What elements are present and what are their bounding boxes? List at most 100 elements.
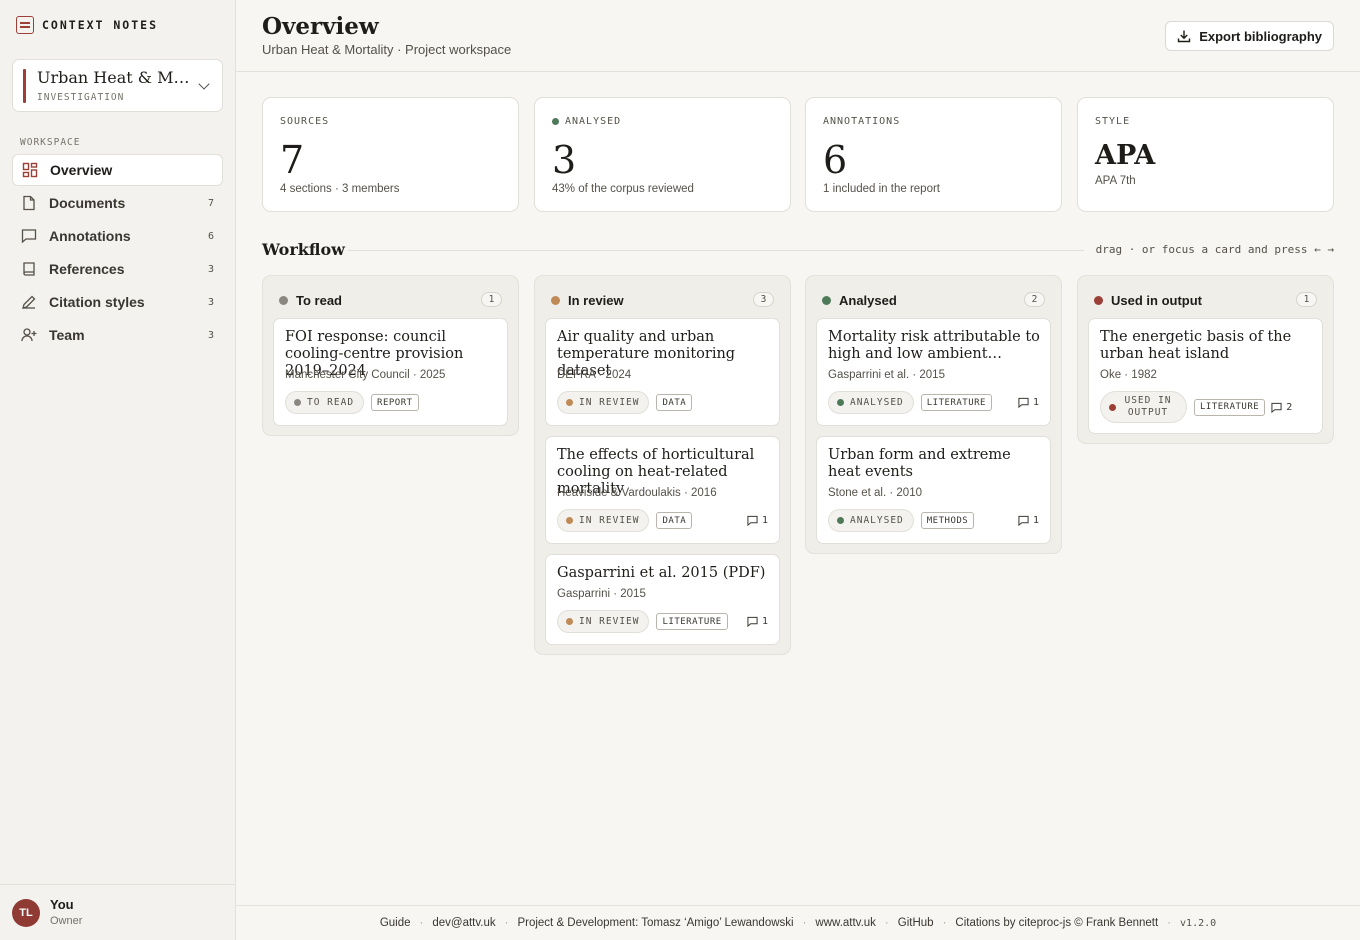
version-label: v1.2.0 [1180,917,1217,929]
card-meta: Gasparrini · 2015 [557,588,646,600]
status-label: TO READ [307,397,355,408]
sidebar-nav: Overview Documents 7 Annotations 6 Refer… [12,154,223,352]
grid-icon [22,162,38,178]
stat-label-text: ANALYSED [565,116,622,127]
card-meta: Stone et al. · 2010 [828,487,922,499]
brand[interactable]: CONTEXT NOTES [16,15,158,35]
comment-count-value: 2 [1286,401,1293,413]
comment-count-value: 1 [1032,397,1039,408]
footer: Guide · dev@attv.uk · Project & Developm… [236,905,1360,940]
status-dot [552,118,559,125]
workflow-column-in-review[interactable]: In review 3 Air quality and urban temper… [534,275,791,655]
pen-icon [21,294,37,310]
status-dot [566,399,573,406]
stat-card-sources: SOURCES 7 4 sections · 3 members [262,97,519,212]
project-name: Urban Heat & Mortality [37,68,193,87]
status-label: ANALYSED [850,515,904,526]
workflow-column-analysed[interactable]: Analysed 2 Mortality risk attributable t… [805,275,1062,554]
footer-link-citeproc[interactable]: Citations by citeproc-js © Frank Bennett [955,917,1158,929]
footer-separator: · [942,917,947,929]
stat-card-style: STYLE APA APA 7th [1077,97,1334,212]
status-dot [551,296,560,305]
sidebar-item-label: Team [49,327,85,343]
document-card[interactable]: Urban form and extreme heat events Stone… [816,436,1051,544]
chevron-down-icon [198,78,210,90]
status-label: IN REVIEW [579,515,640,526]
card-tags: USED IN OUTPUT LITERATURE 2 [1100,391,1311,423]
stat-value: APA [1095,140,1156,171]
comment-count[interactable]: 1 [747,515,768,526]
sidebar-item-count: 3 [207,296,214,308]
comment-count-value: 1 [761,616,768,627]
status-badge[interactable]: ANALYSED [828,509,914,532]
card-meta: DEFRA · 2024 [557,369,632,381]
document-card[interactable]: Mortality risk attributable to high and … [816,318,1051,426]
stat-card-annotations: ANNOTATIONS 6 1 included in the report [805,97,1062,212]
comment-count[interactable]: 2 [1271,402,1292,413]
sidebar-item-label: Overview [50,162,113,178]
sidebar: CONTEXT NOTES Urban Heat & Mortality INV… [0,0,236,940]
status-badge[interactable]: USED IN OUTPUT [1100,391,1187,423]
sidebar-item-citation-styles[interactable]: Citation styles 3 [12,286,223,318]
status-dot [279,296,288,305]
sidebar-item-label: Citation styles [49,294,145,310]
sidebar-item-documents[interactable]: Documents 7 [12,187,223,219]
column-name: Analysed [839,293,897,308]
document-icon [21,195,37,211]
card-tags: TO READ REPORT [285,391,496,414]
footer-separator: · [1167,917,1172,929]
document-card[interactable]: The effects of horticultural cooling on … [545,436,780,544]
footer-link-github[interactable]: GitHub [898,917,934,929]
stat-label: ANNOTATIONS [823,116,901,127]
footer-link-email[interactable]: dev@attv.uk [432,917,495,929]
comment-count[interactable]: 1 [1018,397,1039,408]
status-label: ANALYSED [850,397,904,408]
comment-count[interactable]: 1 [1018,515,1039,526]
footer-separator: · [504,917,509,929]
comment-count[interactable]: 1 [747,616,768,627]
footer-link-guide[interactable]: Guide [380,917,411,929]
workflow-title: Workflow [262,240,345,259]
status-dot [822,296,831,305]
user-name: You [50,897,74,912]
user-profile[interactable]: TL You Owner [0,884,235,940]
status-badge[interactable]: IN REVIEW [557,391,650,414]
status-label: IN REVIEW [579,616,640,627]
document-card[interactable]: The energetic basis of the urban heat is… [1088,318,1323,434]
column-header: Analysed [822,293,897,308]
brand-label: CONTEXT NOTES [42,18,159,32]
sidebar-item-overview[interactable]: Overview [12,154,223,186]
status-badge[interactable]: ANALYSED [828,391,914,414]
document-card[interactable]: FOI response: council cooling-centre pro… [273,318,508,426]
column-count: 1 [481,292,502,307]
stat-value: 3 [552,138,577,182]
card-tags: ANALYSED LITERATURE 1 [828,391,1039,414]
workflow-column-to-read[interactable]: To read 1 FOI response: council cooling-… [262,275,519,436]
status-dot [1094,296,1103,305]
comment-icon [1018,397,1029,408]
card-tags: IN REVIEW DATA [557,391,768,414]
document-card[interactable]: Gasparrini et al. 2015 (PDF) Gasparrini … [545,554,780,645]
status-badge[interactable]: TO READ [285,391,365,414]
card-meta: Manchester City Council · 2025 [285,369,446,381]
sidebar-item-count: 7 [207,197,214,209]
sidebar-item-team[interactable]: Team 3 [12,319,223,351]
category-tag: REPORT [371,394,419,411]
sidebar-item-annotations[interactable]: Annotations 6 [12,220,223,252]
card-meta: Gasparrini et al. · 2015 [828,369,945,381]
status-badge[interactable]: IN REVIEW [557,610,650,633]
workflow-column-used-in-output[interactable]: Used in output 1 The energetic basis of … [1077,275,1334,444]
document-card[interactable]: Air quality and urban temperature monito… [545,318,780,426]
comment-count-value: 1 [1032,515,1039,526]
column-header: To read [279,293,342,308]
status-badge[interactable]: IN REVIEW [557,509,650,532]
category-tag: DATA [656,512,693,529]
divider [348,250,1084,251]
stat-note: 4 sections · 3 members [280,183,400,195]
card-title: Mortality risk attributable to high and … [828,329,1040,362]
project-switcher[interactable]: Urban Heat & Mortality INVESTIGATION [12,59,223,112]
sidebar-item-references[interactable]: References 3 [12,253,223,285]
footer-link-website[interactable]: www.attv.uk [815,917,876,929]
sidebar-item-label: Annotations [49,228,131,244]
export-bibliography-button[interactable]: Export bibliography [1165,21,1334,51]
